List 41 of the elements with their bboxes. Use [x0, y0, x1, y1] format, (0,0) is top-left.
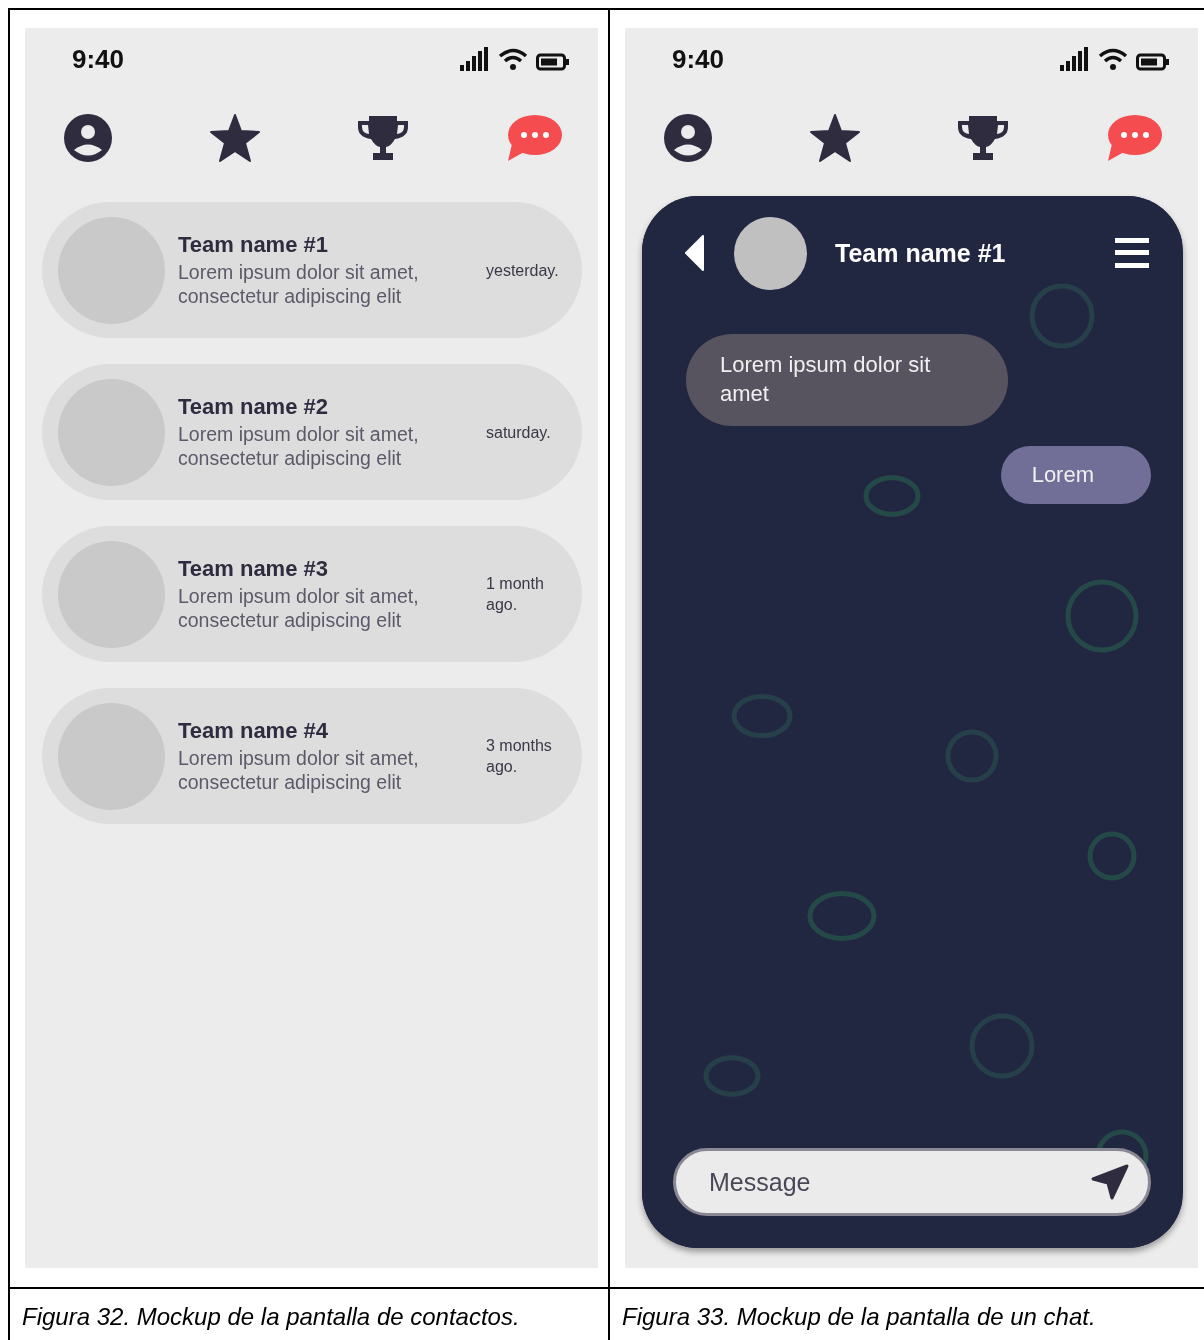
profile-icon[interactable] — [663, 113, 713, 163]
wifi-icon — [1098, 47, 1128, 71]
message-time: 3 months ago. — [486, 736, 553, 777]
trophy-icon[interactable] — [957, 115, 1009, 161]
back-icon[interactable] — [684, 235, 704, 271]
contact-card[interactable]: Team name #2 Lorem ipsum dolor sit amet, consectetur adipiscing elit saturday. — [42, 364, 582, 500]
contact-name: Team name #1 — [178, 232, 329, 258]
send-icon[interactable] — [1091, 1164, 1129, 1200]
contact-card[interactable]: Team name #4 Lorem ipsum dolor sit amet, consectetur adipiscing elit 3 months ago. — [42, 688, 582, 824]
battery-icon — [536, 53, 570, 71]
message-time: yesterday. — [486, 260, 560, 281]
chat-icon[interactable] — [506, 114, 562, 162]
signal-icon — [460, 47, 490, 71]
chat-title: Team name #1 — [835, 238, 1007, 268]
message-preview: Lorem ipsum dolor sit amet, consectetur adipiscing elit — [178, 584, 420, 632]
contact-name: Team name #2 — [178, 394, 329, 420]
message-time: 1 month ago. — [486, 574, 545, 615]
message-time: saturday. — [486, 422, 552, 443]
trophy-icon[interactable] — [357, 115, 409, 161]
status-time: 9:40 — [72, 43, 125, 75]
star-icon[interactable] — [210, 114, 260, 162]
battery-icon — [1136, 53, 1170, 71]
star-icon[interactable] — [810, 114, 860, 162]
message-preview: Lorem ipsum dolor sit amet, consectetur adipiscing elit — [178, 260, 420, 308]
figure-caption: Figura 32. Mockup de la pantalla de contactos. — [22, 1303, 520, 1330]
contact-name: Team name #4 — [178, 718, 329, 744]
status-time: 9:40 — [672, 43, 725, 75]
menu-icon[interactable] — [1115, 238, 1149, 268]
message-preview: Lorem ipsum dolor sit amet, consectetur adipiscing elit — [178, 422, 420, 470]
contact-card[interactable]: Team name #3 Lorem ipsum dolor sit amet, consectetur adipiscing elit 1 month ago. — [42, 526, 582, 662]
sent-message: Lorem — [1000, 446, 1151, 504]
profile-icon[interactable] — [63, 113, 113, 163]
received-message: Lorem ipsum dolor sit amet — [686, 334, 1008, 426]
signal-icon — [1060, 47, 1090, 71]
figure-caption: Figura 33. Mockup de la pantalla de un chat. — [622, 1303, 1096, 1330]
contact-card[interactable]: Team name #1 Lorem ipsum dolor sit amet, consectetur adipiscing elit yesterday. — [42, 202, 582, 338]
wifi-icon — [498, 47, 528, 71]
contact-name: Team name #3 — [178, 556, 329, 582]
message-field[interactable]: Message — [673, 1148, 1151, 1216]
chat-icon[interactable] — [1106, 114, 1162, 162]
message-preview: Lorem ipsum dolor sit amet, consectetur adipiscing elit — [178, 746, 420, 794]
